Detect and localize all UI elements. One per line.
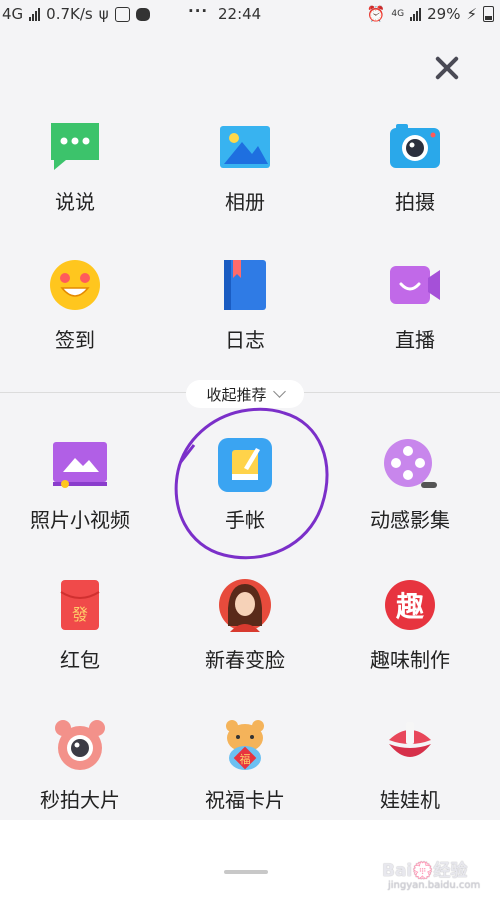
grid-item-journal[interactable]: 日志 bbox=[170, 258, 320, 368]
smiley-icon bbox=[50, 260, 100, 310]
grid-item-live[interactable]: 直播 bbox=[340, 258, 490, 368]
network-label: 4G bbox=[2, 5, 24, 23]
grid-label: 签到 bbox=[55, 328, 95, 352]
camera-icon bbox=[390, 124, 440, 168]
rec-item-face-change[interactable]: 新春变脸 bbox=[170, 578, 320, 688]
rec-label: 娃娃机 bbox=[380, 788, 440, 812]
live-video-icon bbox=[390, 266, 440, 304]
grid-label: 日志 bbox=[225, 328, 265, 352]
divider-right bbox=[304, 392, 500, 393]
grid-label: 说说 bbox=[55, 190, 95, 214]
network-right: 4G bbox=[391, 9, 405, 19]
divider-left bbox=[0, 392, 186, 393]
journal-book-icon bbox=[224, 260, 266, 310]
status-bar: 4G 0.7K/s ψ ··· 22:44 ⏰ 4G 29% ⚡ bbox=[0, 0, 500, 30]
film-reel-icon bbox=[384, 439, 437, 488]
wechat-icon bbox=[135, 7, 150, 21]
svg-text:發: 發 bbox=[72, 605, 88, 624]
grid-item-checkin[interactable]: 签到 bbox=[0, 258, 150, 368]
watermark-main: Bai💮经验 bbox=[382, 861, 468, 881]
chat-bubble-icon bbox=[51, 123, 99, 170]
baidu-watermark: Bai💮经验 jingyan.baidu.com bbox=[378, 852, 496, 898]
grid-label: 相册 bbox=[225, 190, 265, 214]
rec-item-claw-machine[interactable]: 娃娃机 bbox=[335, 718, 485, 828]
more-dots: ··· bbox=[188, 2, 209, 20]
claw-machine-icon bbox=[389, 722, 431, 757]
grid-item-shuoshuo[interactable]: 说说 bbox=[0, 120, 150, 230]
rec-item-fun-create[interactable]: 趣 趣味制作 bbox=[335, 578, 485, 688]
signal-right-icon bbox=[410, 7, 422, 21]
rec-item-film[interactable]: 动感影集 bbox=[335, 438, 485, 548]
status-right: ⏰ 4G 29% ⚡ bbox=[367, 5, 494, 23]
rec-item-photo-video[interactable]: 照片小视频 bbox=[5, 438, 155, 548]
notification-icon bbox=[114, 6, 130, 22]
rec-label: 趣味制作 bbox=[370, 648, 450, 672]
grid-item-camera[interactable]: 拍摄 bbox=[340, 120, 490, 230]
grid-label: 直播 bbox=[395, 328, 435, 352]
rec-item-red-packet[interactable]: 發 红包 bbox=[5, 578, 155, 688]
net-speed: 0.7K/s bbox=[46, 5, 93, 23]
battery-icon bbox=[483, 6, 494, 22]
rec-label: 动感影集 bbox=[370, 508, 450, 532]
fun-create-icon: 趣 bbox=[385, 580, 435, 630]
annotation-circle bbox=[174, 407, 329, 560]
grid-label: 拍摄 bbox=[395, 190, 435, 214]
photo-video-icon bbox=[53, 442, 107, 488]
svg-text:趣: 趣 bbox=[396, 590, 424, 623]
rec-label: 秒拍大片 bbox=[40, 788, 120, 812]
photo-album-icon bbox=[220, 126, 270, 168]
rec-label: 新春变脸 bbox=[205, 648, 285, 672]
blessing-card-icon: 福 bbox=[226, 720, 264, 770]
battery-percent: 29% bbox=[427, 5, 461, 23]
svg-text:福: 福 bbox=[240, 752, 251, 766]
rec-label: 祝福卡片 bbox=[205, 788, 285, 812]
usb-icon: ψ bbox=[98, 5, 109, 23]
face-avatar-icon bbox=[219, 579, 271, 632]
rec-item-blessing-card[interactable]: 福 祝福卡片 bbox=[170, 718, 320, 828]
close-icon[interactable] bbox=[432, 53, 462, 83]
charging-icon: ⚡ bbox=[466, 5, 477, 23]
bear-camera-icon bbox=[55, 720, 105, 770]
drag-handle[interactable] bbox=[224, 870, 268, 874]
signal-icon bbox=[29, 7, 41, 21]
rec-item-bear-camera[interactable]: 秒拍大片 bbox=[5, 718, 155, 828]
rec-label: 红包 bbox=[60, 648, 100, 672]
watermark-sub: jingyan.baidu.com bbox=[388, 880, 481, 891]
status-left: 4G 0.7K/s ψ bbox=[2, 5, 150, 23]
chevron-down-icon bbox=[272, 385, 286, 398]
red-packet-icon: 發 bbox=[60, 580, 100, 630]
clock: 22:44 bbox=[218, 5, 262, 23]
grid-item-album[interactable]: 相册 bbox=[170, 120, 320, 230]
rec-label: 照片小视频 bbox=[30, 508, 130, 532]
alarm-icon: ⏰ bbox=[366, 5, 386, 23]
collapse-recommend-button[interactable]: 收起推荐 bbox=[186, 380, 304, 408]
collapse-label: 收起推荐 bbox=[206, 385, 267, 404]
